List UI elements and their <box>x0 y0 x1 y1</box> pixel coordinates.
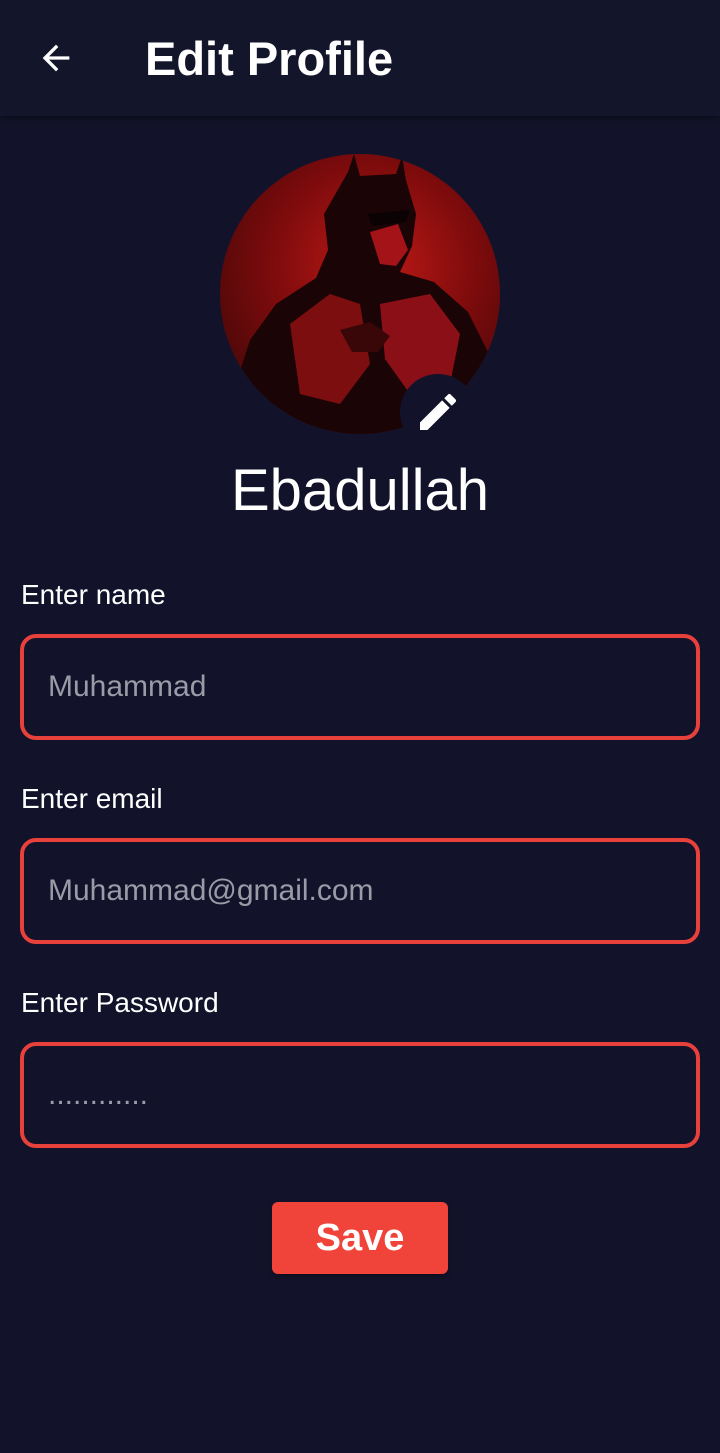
password-input[interactable] <box>24 1046 696 1144</box>
email-input[interactable] <box>24 842 696 940</box>
email-field <box>20 838 700 944</box>
edit-photo-button[interactable] <box>400 374 476 450</box>
page-title: Edit Profile <box>145 32 394 85</box>
save-button[interactable]: Save <box>272 1202 448 1274</box>
name-input[interactable] <box>24 638 696 736</box>
name-field <box>20 634 700 740</box>
password-label: Enter Password <box>21 987 219 1018</box>
profile-name: Ebadullah <box>231 458 489 523</box>
name-label: Enter name <box>21 579 166 610</box>
email-label: Enter email <box>21 783 163 814</box>
password-field <box>20 1042 700 1148</box>
pencil-icon <box>420 393 457 430</box>
app-bar: Edit Profile <box>0 0 720 116</box>
avatar-container <box>220 154 500 450</box>
back-button[interactable] <box>28 30 84 86</box>
arrow-left-icon <box>42 44 70 72</box>
